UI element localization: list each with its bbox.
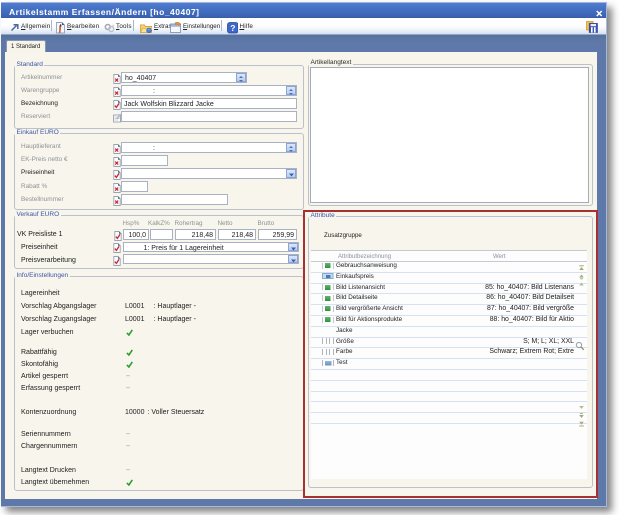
svg-text:?: ? xyxy=(230,23,235,33)
